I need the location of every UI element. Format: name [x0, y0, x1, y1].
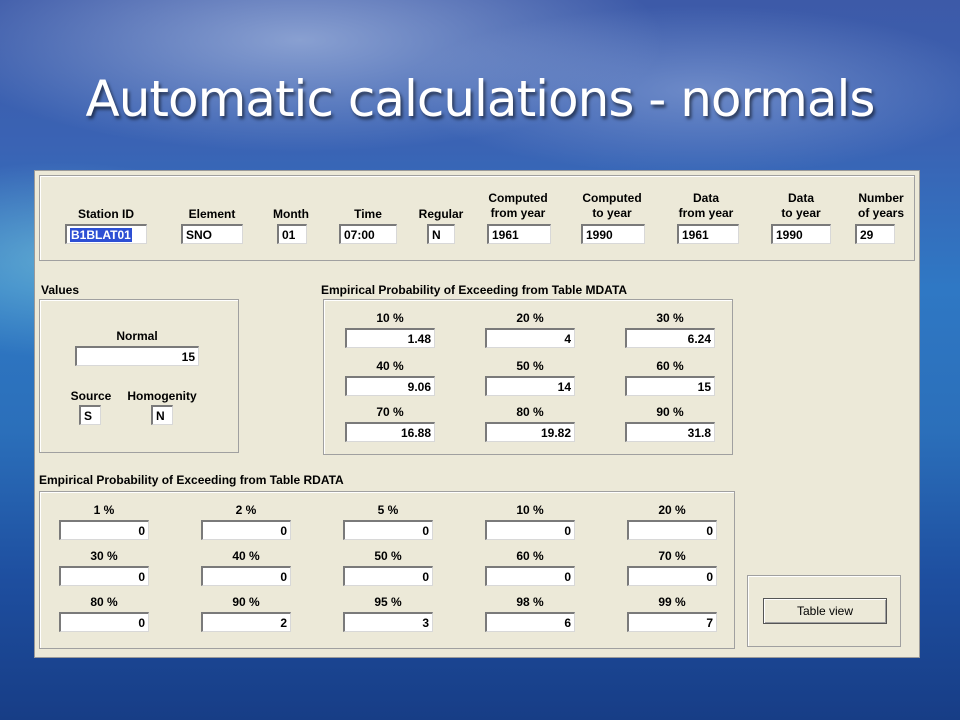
rdata-label: 98 % [516, 595, 544, 609]
values-header: Values [41, 283, 80, 297]
rdata-label: 50 % [374, 549, 402, 563]
rdata-field[interactable]: 0 [201, 566, 291, 586]
data-from-year-field[interactable]: 1961 [677, 224, 739, 244]
rdata-field[interactable]: 0 [201, 520, 291, 540]
rdata-field[interactable]: 7 [627, 612, 717, 632]
mdata-label: 90 % [656, 405, 684, 419]
mdata-field[interactable]: 14 [485, 376, 575, 396]
rdata-label: 90 % [232, 595, 260, 609]
mdata-label: 80 % [516, 405, 544, 419]
mdata-field[interactable]: 1.48 [345, 328, 435, 348]
mdata-label: 20 % [516, 311, 544, 325]
station-id-field[interactable]: B1BLAT01 [65, 224, 147, 244]
station-id-label: Station ID [78, 207, 134, 221]
rdata-field[interactable]: 0 [59, 520, 149, 540]
mdata-label: 30 % [656, 311, 684, 325]
rdata-label: 99 % [658, 595, 686, 609]
mdata-field[interactable]: 6.24 [625, 328, 715, 348]
station-id-value: B1BLAT01 [70, 228, 132, 242]
regular-label: Regular [418, 207, 464, 221]
rdata-field[interactable]: 0 [59, 566, 149, 586]
mdata-field[interactable]: 4 [485, 328, 575, 348]
element-field[interactable]: SNO [181, 224, 243, 244]
source-field[interactable]: S [79, 405, 101, 425]
rdata-label: 60 % [516, 549, 544, 563]
rdata-label: 40 % [232, 549, 260, 563]
time-field[interactable]: 07:00 [339, 224, 397, 244]
source-label: Source [70, 389, 112, 403]
element-label: Element [188, 207, 236, 221]
mdata-field[interactable]: 15 [625, 376, 715, 396]
number-of-years-label: Number of years [857, 191, 905, 220]
homogenity-field[interactable]: N [151, 405, 173, 425]
values-group [39, 299, 239, 453]
regular-field[interactable]: N [427, 224, 455, 244]
rdata-field[interactable]: 0 [627, 520, 717, 540]
data-to-year-field[interactable]: 1990 [771, 224, 831, 244]
mdata-label: 60 % [656, 359, 684, 373]
mdata-label: 70 % [376, 405, 404, 419]
rdata-field[interactable]: 0 [343, 520, 433, 540]
number-of-years-field[interactable]: 29 [855, 224, 895, 244]
rdata-label: 5 % [377, 503, 399, 517]
mdata-header: Empirical Probability of Exceeding from … [321, 283, 628, 297]
rdata-field[interactable]: 3 [343, 612, 433, 632]
rdata-label: 30 % [90, 549, 118, 563]
mdata-label: 50 % [516, 359, 544, 373]
rdata-field[interactable]: 0 [485, 566, 575, 586]
rdata-label: 80 % [90, 595, 118, 609]
rdata-field[interactable]: 0 [627, 566, 717, 586]
rdata-field[interactable]: 0 [59, 612, 149, 632]
mdata-label: 10 % [376, 311, 404, 325]
computed-from-year-label: Computed from year [488, 191, 548, 220]
time-label: Time [354, 207, 382, 221]
mdata-field[interactable]: 31.8 [625, 422, 715, 442]
rdata-label: 1 % [93, 503, 115, 517]
computed-to-year-field[interactable]: 1990 [581, 224, 645, 244]
mdata-field[interactable]: 19.82 [485, 422, 575, 442]
rdata-header: Empirical Probability of Exceeding from … [39, 473, 344, 487]
computed-to-year-label: Computed to year [582, 191, 642, 220]
data-to-year-label: Data to year [781, 191, 821, 220]
homogenity-label: Homogenity [127, 389, 197, 403]
rdata-field[interactable]: 2 [201, 612, 291, 632]
slide-title: Automatic calculations - normals [85, 70, 876, 128]
rdata-field[interactable]: 0 [485, 520, 575, 540]
rdata-label: 95 % [374, 595, 402, 609]
rdata-label: 10 % [516, 503, 544, 517]
rdata-label: 2 % [235, 503, 257, 517]
computed-from-year-field[interactable]: 1961 [487, 224, 551, 244]
rdata-field[interactable]: 0 [343, 566, 433, 586]
data-from-year-label: Data from year [678, 191, 734, 220]
normal-label: Normal [116, 329, 158, 343]
rdata-field[interactable]: 6 [485, 612, 575, 632]
mdata-field[interactable]: 16.88 [345, 422, 435, 442]
month-label: Month [273, 207, 309, 221]
month-field[interactable]: 01 [277, 224, 307, 244]
normals-form: Values Normal 15 Source S Homogenity N E… [34, 170, 920, 658]
mdata-field[interactable]: 9.06 [345, 376, 435, 396]
normal-field[interactable]: 15 [75, 346, 199, 366]
mdata-label: 40 % [376, 359, 404, 373]
rdata-label: 20 % [658, 503, 686, 517]
table-view-button[interactable]: Table view [763, 598, 887, 624]
rdata-label: 70 % [658, 549, 686, 563]
